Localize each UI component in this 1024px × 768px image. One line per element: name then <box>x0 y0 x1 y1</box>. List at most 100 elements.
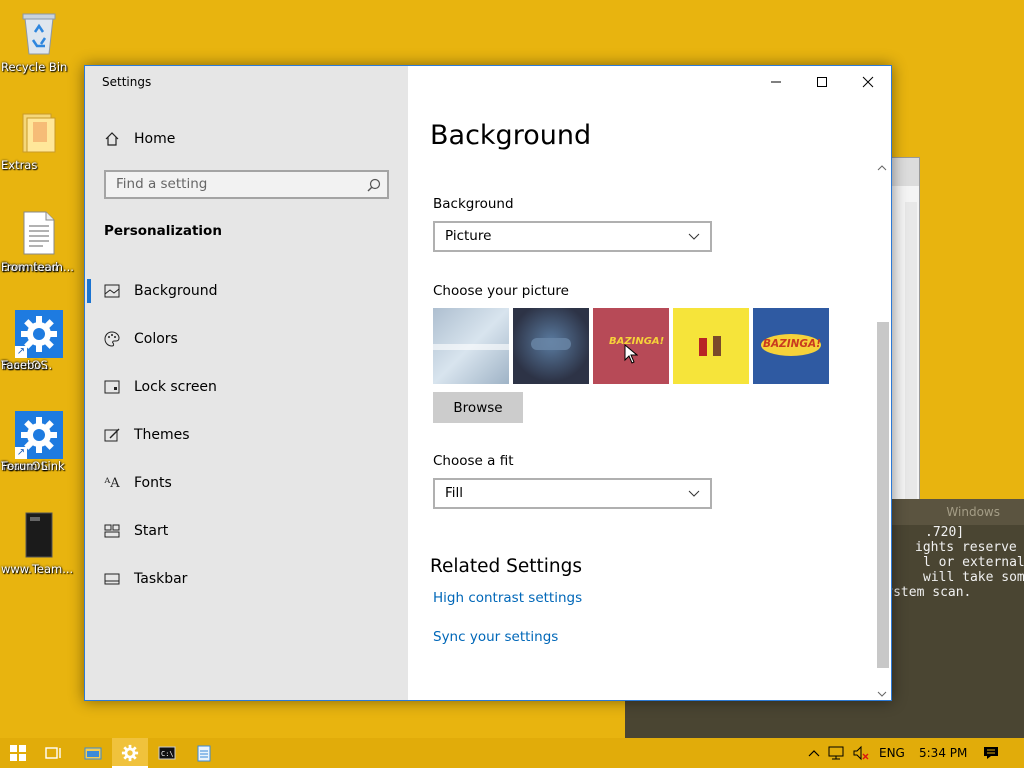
clock[interactable]: 5:34 PM <box>919 738 967 768</box>
palette-icon <box>103 330 121 348</box>
content-scrollbar[interactable] <box>875 162 889 700</box>
maximize-button[interactable] <box>799 66 845 98</box>
volume-muted-icon <box>853 745 869 761</box>
picture-thumbnail[interactable] <box>673 308 749 384</box>
desktop-icon-recycle-bin[interactable]: Recycle Bin <box>1 8 77 74</box>
start-icon <box>103 522 121 540</box>
picture-thumbnail[interactable]: BAZINGA! <box>753 308 829 384</box>
fonts-icon: ᴬA <box>104 475 120 491</box>
page-title: Background <box>430 120 592 151</box>
taskbar: C:\ ENG 5:34 PM <box>0 738 1024 768</box>
sync-settings-link[interactable]: Sync your settings <box>433 629 558 645</box>
minimize-icon <box>771 81 781 83</box>
task-view-icon <box>45 747 61 759</box>
mouse-pointer-icon <box>624 344 638 364</box>
picture-thumbnail[interactable] <box>433 308 509 384</box>
taskbar-app-settings[interactable] <box>112 738 148 768</box>
chevron-down-icon <box>688 480 700 517</box>
desktop-icon-label: Facebo... <box>1 358 53 372</box>
chevron-up-icon <box>808 750 820 757</box>
desktop-icon-teamos-facebook[interactable]: ↗ TeamOS Facebo... <box>1 310 77 372</box>
picture-thumbnail[interactable]: BAZINGA! <box>593 308 669 384</box>
maximize-icon <box>817 77 827 87</box>
taskbar-app-cmd[interactable]: C:\ <box>149 738 185 768</box>
action-center-button[interactable] <box>976 738 1006 768</box>
sidebar-item-label: Themes <box>134 427 190 443</box>
archive-icon <box>25 512 53 558</box>
nav-home[interactable]: Home <box>103 130 175 148</box>
sidebar-item-label: Start <box>134 523 169 539</box>
themes-icon <box>103 426 121 444</box>
sidebar-item-fonts[interactable]: ᴬA Fonts <box>103 474 172 492</box>
desktop-icon-label: From team... <box>1 260 74 274</box>
svg-text:C:\: C:\ <box>161 750 174 758</box>
browse-button[interactable]: Browse <box>433 392 523 423</box>
scroll-down-icon[interactable] <box>877 690 887 698</box>
desktop-icon-www-team[interactable]: www.Team... <box>1 512 77 576</box>
sidebar-item-start[interactable]: Start <box>103 522 168 540</box>
start-button[interactable] <box>0 738 36 768</box>
search-placeholder: Find a setting <box>116 176 208 192</box>
section-title: Personalization <box>104 223 222 239</box>
sidebar-item-colors[interactable]: Colors <box>103 330 178 348</box>
background-dropdown[interactable]: Picture <box>433 221 712 252</box>
window-title: Settings <box>102 75 152 89</box>
desktop-icon-teamos-forum[interactable]: ↗ TeamOS Forum Link <box>1 411 77 473</box>
file-explorer-icon <box>84 747 102 760</box>
search-icon <box>367 176 381 201</box>
scroll-up-icon[interactable] <box>877 164 887 172</box>
show-hidden-icons-button[interactable] <box>804 738 824 768</box>
close-icon <box>862 76 874 88</box>
fit-dropdown[interactable]: Fill <box>433 478 712 509</box>
sidebar-item-lock-screen[interactable]: Lock screen <box>103 378 217 396</box>
sidebar-item-label: Taskbar <box>134 571 188 587</box>
nav-home-label: Home <box>134 131 176 147</box>
taskbar-app-explorer[interactable] <box>75 738 111 768</box>
desktop-icon-label: Extras <box>1 158 38 172</box>
desktop-icon-extras[interactable]: Extras <box>1 110 77 172</box>
sidebar-item-label: Background <box>134 283 218 299</box>
scroll-thumb[interactable] <box>877 322 889 668</box>
close-button[interactable] <box>845 66 891 98</box>
high-contrast-link[interactable]: High contrast settings <box>433 590 582 606</box>
desktop-icon-download[interactable]: Download From team... <box>1 210 77 274</box>
network-button[interactable] <box>826 738 848 768</box>
taskbar-app-notepad[interactable] <box>186 738 222 768</box>
notification-icon <box>984 747 998 759</box>
folder-icon <box>22 113 56 153</box>
lock-screen-icon <box>103 378 121 396</box>
chevron-down-icon <box>688 223 700 260</box>
fit-dropdown-value: Fill <box>445 485 464 501</box>
background-dropdown-value: Picture <box>445 228 492 244</box>
home-icon <box>103 130 121 148</box>
language-indicator[interactable]: ENG <box>879 738 905 768</box>
search-input[interactable]: Find a setting <box>104 170 389 199</box>
taskbar-icon <box>103 570 121 588</box>
task-view-button[interactable] <box>36 738 72 768</box>
desktop-icon-label: www.Team... <box>1 562 74 576</box>
sidebar-item-label: Lock screen <box>134 379 217 395</box>
desktop-icon-label: Recycle Bin <box>1 60 68 74</box>
sidebar-item-taskbar[interactable]: Taskbar <box>103 570 187 588</box>
choose-picture-label: Choose your picture <box>433 283 569 299</box>
background-label: Background <box>433 196 514 212</box>
sidebar-item-label: Fonts <box>134 475 172 491</box>
minimize-button[interactable] <box>753 66 799 98</box>
gear-icon <box>121 744 139 762</box>
network-icon <box>828 746 844 760</box>
gear-icon: ↗ <box>15 411 63 459</box>
command-prompt-icon: C:\ <box>158 746 176 760</box>
notepad-icon <box>197 745 211 762</box>
picture-thumbnail[interactable] <box>513 308 589 384</box>
picture-icon <box>103 282 121 300</box>
settings-window[interactable]: Settings Home Find a setting Personaliza… <box>84 65 892 701</box>
thumbnail-caption: BAZINGA! <box>763 338 821 350</box>
volume-button[interactable] <box>850 738 872 768</box>
gear-icon: ↗ <box>15 310 63 358</box>
settings-content: Background Background Picture Choose you… <box>408 66 891 700</box>
text-document-icon <box>23 211 55 255</box>
sidebar-item-label: Colors <box>134 331 178 347</box>
sidebar-item-themes[interactable]: Themes <box>103 426 190 444</box>
settings-sidebar: Settings Home Find a setting Personaliza… <box>85 66 408 700</box>
sidebar-item-background[interactable]: Background <box>87 279 218 303</box>
